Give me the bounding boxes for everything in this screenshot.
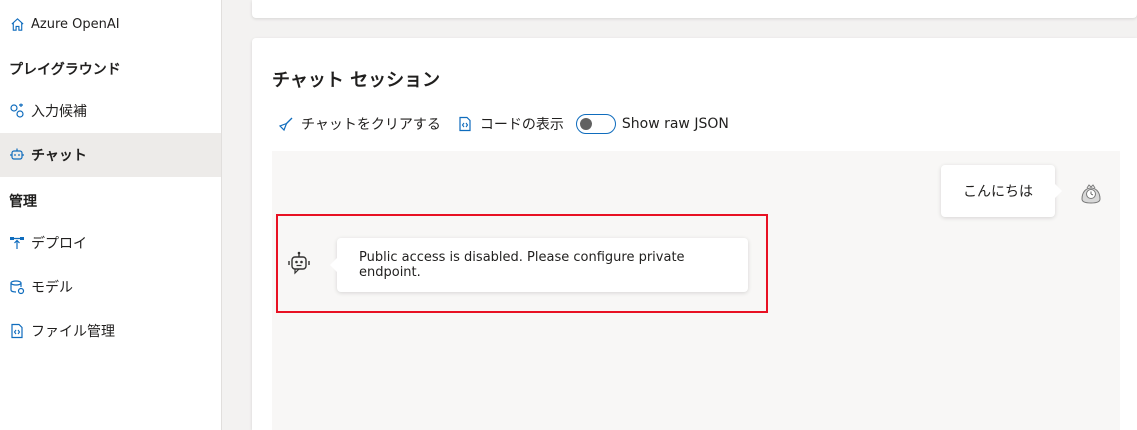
- models-icon: [9, 279, 25, 295]
- section-heading-playground: プレイグラウンド: [9, 62, 121, 78]
- user-message-bubble: こんにちは: [941, 165, 1062, 217]
- raw-json-toggle-group: Show raw JSON: [575, 114, 729, 134]
- raw-json-toggle[interactable]: [575, 114, 616, 134]
- setup-panel-card: [252, 0, 1137, 18]
- sidebar-item-label: 入力候補: [31, 104, 87, 120]
- sidebar: Azure OpenAI プレイグラウンド 入力候補 チャット 管理 デプロイ …: [0, 0, 222, 430]
- chat-session-panel: チャット セッション チャットをクリアする コードの表示 Show raw JS…: [252, 38, 1137, 430]
- sidebar-item-models[interactable]: モデル: [0, 265, 221, 309]
- section-heading-management: 管理: [9, 194, 37, 210]
- home-icon: [9, 16, 25, 32]
- clear-chat-label: チャットをクリアする: [301, 117, 441, 133]
- file-management-icon: [9, 323, 25, 339]
- assistant-message-text: Public access is disabled. Please config…: [359, 250, 685, 280]
- user-avatar-icon: [1078, 181, 1104, 207]
- sidebar-item-label: ファイル管理: [31, 324, 115, 340]
- code-file-icon: [457, 116, 473, 132]
- sidebar-item-label: モデル: [31, 280, 73, 296]
- sidebar-item-label: デプロイ: [31, 236, 87, 252]
- sidebar-item-home[interactable]: Azure OpenAI: [0, 2, 221, 46]
- sidebar-item-file-management[interactable]: ファイル管理: [0, 309, 221, 353]
- view-code-button[interactable]: コードの表示: [457, 114, 564, 134]
- assistant-bot-icon: [288, 251, 310, 275]
- sidebar-item-label: チャット: [31, 148, 87, 164]
- toggle-knob: [579, 118, 592, 130]
- deploy-icon: [9, 235, 25, 251]
- chat-toolbar: チャットをクリアする コードの表示 Show raw JSON: [278, 113, 729, 135]
- chat-bot-icon: [9, 147, 25, 163]
- clear-chat-button[interactable]: チャットをクリアする: [278, 114, 441, 134]
- chat-session-title: チャット セッション: [272, 70, 441, 91]
- view-code-label: コードの表示: [479, 117, 564, 133]
- assistant-message-bubble: Public access is disabled. Please config…: [330, 238, 748, 292]
- user-message-text: こんにちは: [963, 184, 1033, 200]
- raw-json-label: Show raw JSON: [621, 116, 729, 132]
- sidebar-item-label: Azure OpenAI: [31, 16, 120, 32]
- chat-messages-area: こんにちは Public access is disabled. Please …: [272, 151, 1120, 430]
- sidebar-item-completions[interactable]: 入力候補: [0, 89, 221, 133]
- sidebar-item-chat[interactable]: チャット: [0, 133, 221, 177]
- completions-icon: [9, 103, 25, 119]
- sidebar-item-deployments[interactable]: デプロイ: [0, 221, 221, 265]
- broom-icon: [278, 116, 294, 132]
